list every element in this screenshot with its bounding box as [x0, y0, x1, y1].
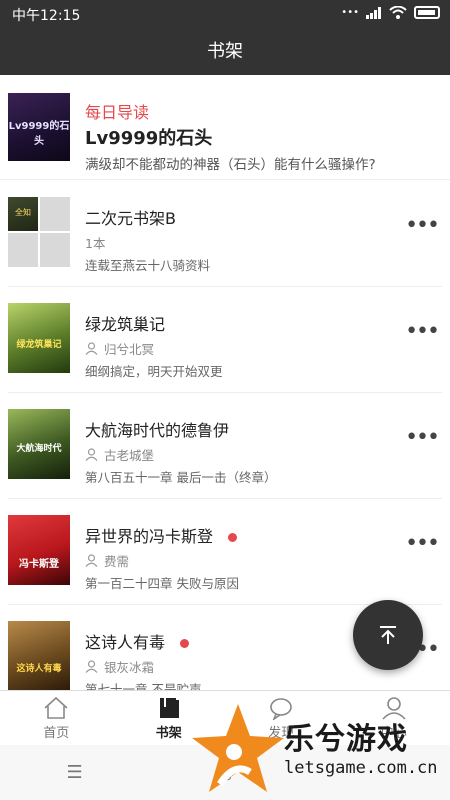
book-update: 第八百五十一章 最后一击（终章）: [85, 470, 277, 485]
title-bar: 书架: [0, 28, 450, 75]
book-title[interactable]: 大航海时代的德鲁伊: [85, 417, 229, 441]
app-screen: 中午12:15 ••• 书架 Lv9999的石头 每日导读 Lv9999的石头 …: [0, 0, 450, 800]
nav-bookshelf-label: 书架: [155, 726, 182, 741]
book-item[interactable]: 冯卡斯登 异世界的冯卡斯登 费需 第一百二十四章 失败与原因 •••: [0, 499, 450, 605]
featured-book-cover[interactable]: Lv9999的石头: [8, 93, 70, 161]
nav-home-label: 首页: [43, 726, 70, 741]
arrow-up-icon: [380, 626, 396, 644]
more-options-icon[interactable]: •••: [405, 319, 440, 344]
book-item-folder[interactable]: 全知 二次元书架B 1本 连载至燕云十八骑资料 •••: [0, 181, 450, 287]
page-title: 书架: [207, 41, 243, 62]
book-author-name: 古老城堡: [104, 448, 155, 463]
book-update: 连载至燕云十八骑资料: [85, 258, 211, 273]
book-title[interactable]: 异世界的冯卡斯登: [85, 523, 238, 547]
signal-icon: [366, 6, 381, 19]
user-icon: [85, 660, 98, 673]
more-options-icon[interactable]: •••: [405, 213, 440, 238]
book-update: 第一百二十四章 失败与原因: [85, 576, 239, 591]
star-logo-icon: [192, 704, 284, 792]
watermark-logo: 乐兮游戏 letsgame.com.cn: [190, 700, 450, 800]
nav-home[interactable]: 首页: [0, 691, 113, 745]
new-update-dot: [180, 639, 190, 648]
book-author: 银灰冰霜: [85, 657, 154, 676]
folder-empty-slot: [40, 197, 70, 231]
book-cover-text: 大航海时代: [16, 444, 62, 454]
folder-empty-slot: [40, 233, 70, 267]
book-title[interactable]: 二次元书架B: [85, 205, 176, 229]
book-author-name: 费需: [104, 554, 130, 569]
book-item[interactable]: 绿龙筑巢记 绿龙筑巢记 归兮北冥 细纲搞定，明天开始双更 •••: [0, 287, 450, 393]
book-title[interactable]: 这诗人有毒: [85, 629, 190, 653]
book-author: 古老城堡: [85, 445, 154, 464]
folder-book-thumb: 全知: [8, 197, 38, 231]
book-cover-text: 这诗人有毒: [16, 664, 62, 674]
featured-tag: 每日导读: [85, 103, 150, 122]
status-icons: •••: [341, 6, 440, 19]
featured-cover-text: Lv9999的石头: [8, 121, 70, 147]
book-cover[interactable]: 这诗人有毒: [8, 621, 70, 691]
book-cover[interactable]: 冯卡斯登: [8, 515, 70, 585]
book-author-name: 银灰冰霜: [104, 660, 155, 675]
new-update-dot: [228, 533, 238, 542]
book-cover-text: 绿龙筑巢记: [16, 340, 62, 350]
folder-grid: 全知: [8, 197, 70, 267]
more-options-icon[interactable]: •••: [405, 425, 440, 450]
watermark-title: 乐兮游戏: [284, 722, 408, 757]
battery-icon: [414, 6, 440, 19]
user-icon: [85, 342, 98, 355]
scroll-to-top-button[interactable]: [353, 600, 423, 670]
book-item[interactable]: 大航海时代 大航海时代的德鲁伊 古老城堡 第八百五十一章 最后一击（终章） ••…: [0, 393, 450, 499]
bookshelf-icon: [159, 698, 179, 718]
book-count-text: 1本: [85, 236, 106, 251]
book-title-text: 异世界的冯卡斯登: [85, 527, 214, 546]
featured-title[interactable]: Lv9999的石头: [85, 124, 212, 150]
book-update: 细纲搞定，明天开始双更: [85, 364, 223, 379]
book-count: 1本: [85, 233, 105, 252]
book-cover-text: 冯卡斯登: [19, 559, 59, 570]
user-icon: [85, 448, 98, 461]
more-dots-icon: •••: [341, 7, 359, 18]
wifi-icon: [389, 6, 407, 19]
book-author-name: 归兮北冥: [104, 342, 155, 357]
book-cover[interactable]: 绿龙筑巢记: [8, 303, 70, 373]
home-icon: [44, 696, 68, 719]
book-cover[interactable]: 大航海时代: [8, 409, 70, 479]
watermark-url: letsgame.com.cn: [284, 758, 438, 778]
status-bar: 中午12:15 •••: [0, 0, 450, 28]
status-time: 中午12:15: [12, 8, 81, 24]
user-icon: [85, 554, 98, 567]
featured-description: 满级却不能都动的神器（石头）能有什么骚操作?: [85, 157, 376, 173]
book-author: 费需: [85, 551, 129, 570]
more-options-icon[interactable]: •••: [405, 531, 440, 556]
daily-featured-card[interactable]: Lv9999的石头 每日导读 Lv9999的石头 满级却不能都动的神器（石头）能…: [0, 75, 450, 180]
book-author: 归兮北冥: [85, 339, 154, 358]
book-title-text: 这诗人有毒: [85, 633, 166, 652]
menu-icon[interactable]: ☰: [66, 762, 82, 783]
book-title[interactable]: 绿龙筑巢记: [85, 311, 165, 335]
folder-cover[interactable]: 全知: [8, 197, 70, 267]
folder-empty-slot: [8, 233, 38, 267]
